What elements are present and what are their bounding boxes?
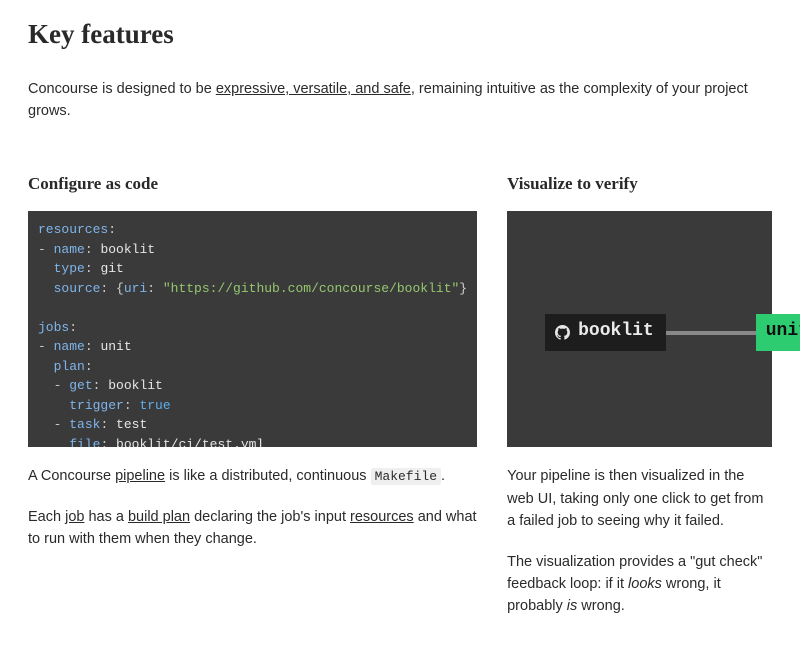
code-token-punc: :	[69, 320, 77, 335]
col-title-configure: Configure as code	[28, 171, 477, 197]
code-token-plain: booklit	[100, 242, 155, 257]
text: declaring the job's input	[190, 509, 350, 525]
visualize-p2: The visualization provides a "gut check"…	[507, 551, 772, 618]
code-token-punc: :	[100, 417, 116, 432]
configure-p2: Each job has a build plan declaring the …	[28, 506, 477, 551]
code-token-key: name	[54, 339, 85, 354]
code-token-key: resources	[38, 222, 108, 237]
page-title: Key features	[28, 14, 772, 56]
code-token-key: type	[54, 261, 85, 276]
job-link[interactable]: job	[65, 509, 84, 525]
code-token-punc: :	[124, 398, 140, 413]
yaml-code-block: resources: - name: booklit type: git sou…	[28, 211, 477, 447]
code-token-key: uri	[124, 281, 147, 296]
feature-columns: Configure as code resources: - name: boo…	[28, 171, 772, 636]
resource-label: booklit	[578, 318, 654, 346]
text: is like a distributed, continuous	[165, 468, 371, 484]
code-token-key: get	[69, 378, 92, 393]
build-plan-link[interactable]: build plan	[128, 509, 190, 525]
code-token-key: trigger	[69, 398, 124, 413]
intro-text-pre: Concourse is designed to be	[28, 81, 216, 97]
text: Each	[28, 509, 65, 525]
col-title-visualize: Visualize to verify	[507, 171, 772, 197]
code-token-punc: :	[147, 281, 163, 296]
code-token-punc: :	[93, 378, 109, 393]
col-visualize-to-verify: Visualize to verify booklit unit Your pi…	[507, 171, 772, 636]
code-token-str: "https://github.com/concourse/booklit"	[163, 281, 459, 296]
code-token-dash: -	[38, 339, 54, 354]
code-token-punc: :	[85, 359, 93, 374]
code-token-punc: :	[85, 261, 101, 276]
code-token-key: jobs	[38, 320, 69, 335]
code-token-plain: booklit	[108, 378, 163, 393]
code-token-dash: -	[54, 378, 70, 393]
code-token-key: plan	[54, 359, 85, 374]
col-configure-as-code: Configure as code resources: - name: boo…	[28, 171, 477, 636]
code-token-plain: unit	[100, 339, 131, 354]
resource-box: booklit	[545, 314, 666, 351]
em-is: is	[567, 598, 577, 614]
code-token-dash: -	[54, 417, 70, 432]
code-token-key: name	[54, 242, 85, 257]
intro-link[interactable]: expressive, versatile, and safe	[216, 81, 411, 97]
code-token-punc: :	[100, 437, 116, 448]
resources-link[interactable]: resources	[350, 509, 414, 525]
code-token-punc: }	[459, 281, 467, 296]
connector-line	[666, 331, 756, 335]
em-looks: looks	[628, 576, 662, 592]
code-token-plain: git	[100, 261, 123, 276]
pipeline-diagram: booklit unit	[507, 211, 772, 447]
job-label: unit	[766, 318, 800, 346]
code-token-punc: :	[85, 242, 101, 257]
code-token-plain: booklit/ci/test.yml	[116, 437, 264, 448]
job-box: unit	[756, 314, 800, 351]
diagram-row: booklit unit	[545, 314, 800, 351]
code-token-dash: -	[38, 242, 54, 257]
inline-code-makefile: Makefile	[371, 468, 441, 485]
code-token-punc: :	[85, 339, 101, 354]
code-token-punc: : {	[100, 281, 123, 296]
text: A Concourse	[28, 468, 115, 484]
text: .	[441, 468, 445, 484]
code-token-key: file	[69, 437, 100, 448]
configure-p1: A Concourse pipeline is like a distribut…	[28, 465, 477, 487]
intro-paragraph: Concourse is designed to be expressive, …	[28, 78, 772, 123]
code-token-bool: true	[139, 398, 170, 413]
code-token-punc: :	[108, 222, 116, 237]
code-token-plain: test	[116, 417, 147, 432]
pipeline-link[interactable]: pipeline	[115, 468, 165, 484]
text: has a	[84, 509, 128, 525]
code-token-key: task	[69, 417, 100, 432]
visualize-p1: Your pipeline is then visualized in the …	[507, 465, 772, 532]
code-token-key: source	[54, 281, 101, 296]
github-icon	[555, 325, 570, 340]
text: wrong.	[577, 598, 625, 614]
